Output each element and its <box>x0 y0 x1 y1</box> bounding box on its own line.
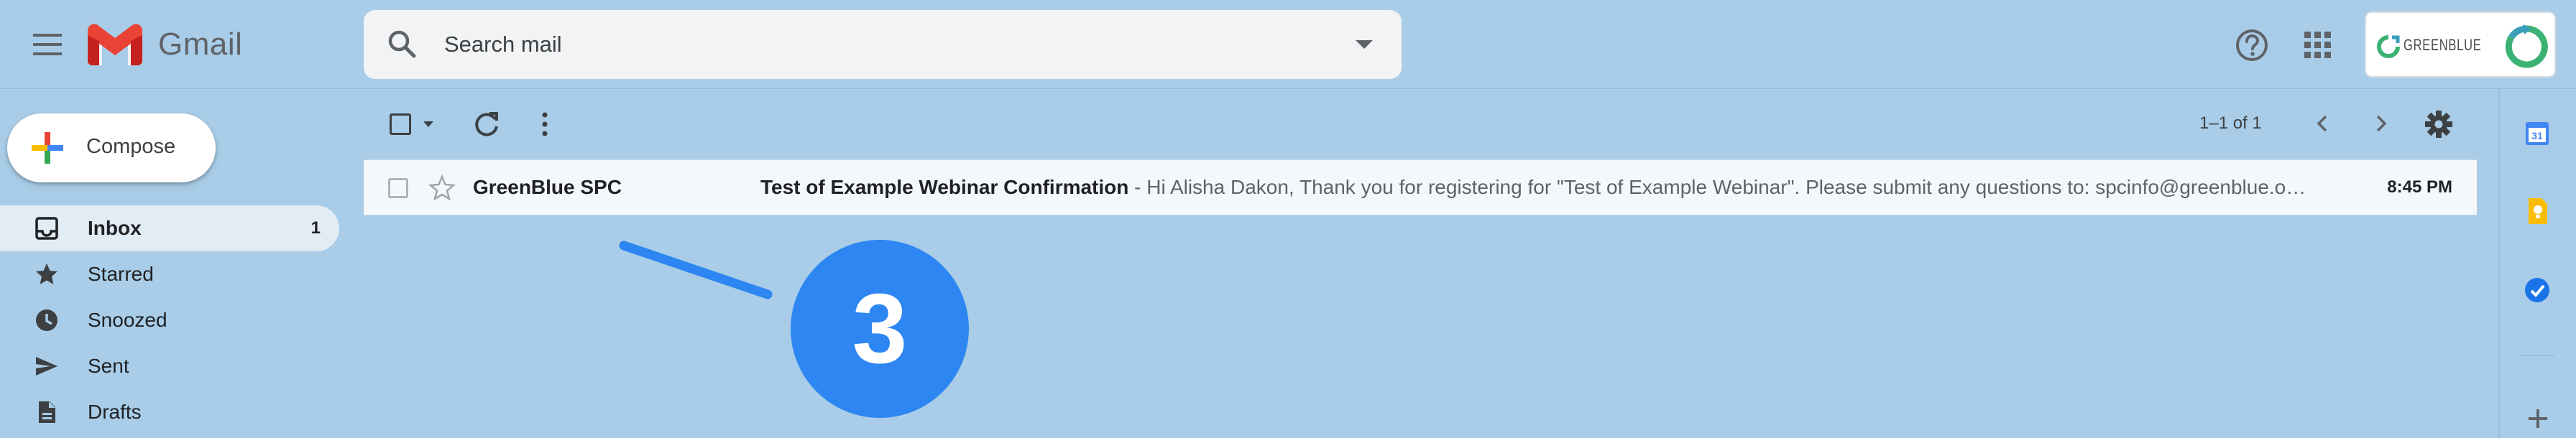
select-options-chevron-down-icon[interactable] <box>421 119 436 129</box>
more-options-icon[interactable] <box>535 109 555 139</box>
step-number-badge: 3 <box>791 240 969 418</box>
greenblue-logo-icon <box>2377 35 2400 58</box>
star-outline-icon[interactable] <box>428 174 456 202</box>
calendar-day: 31 <box>2531 130 2543 141</box>
inbox-icon <box>35 217 58 240</box>
compose-label: Compose <box>86 135 176 158</box>
help-icon[interactable] <box>2234 27 2270 63</box>
compose-plus-icon <box>32 132 63 164</box>
search-input[interactable] <box>444 24 1235 65</box>
add-icon[interactable] <box>2526 406 2550 431</box>
email-time: 8:45 PM <box>2387 177 2452 197</box>
refresh-icon[interactable] <box>472 109 502 139</box>
sidebar-item-starred[interactable]: Starred <box>0 251 339 297</box>
main-menu-button[interactable] <box>27 24 68 65</box>
chevron-right-icon[interactable] <box>2368 111 2393 136</box>
sidebar-item-label: Drafts <box>88 401 142 423</box>
tasks-icon[interactable] <box>2520 273 2554 307</box>
pagination-range: 1–1 of 1 <box>2199 113 2262 133</box>
sidebar-item-snoozed[interactable]: Snoozed <box>0 297 339 343</box>
email-row[interactable]: GreenBlue SPC Test of Example Webinar Co… <box>364 159 2477 215</box>
gmail-m-icon <box>88 24 142 65</box>
email-sender: GreenBlue SPC <box>473 176 622 198</box>
app-name: Gmail <box>158 27 243 62</box>
search-options-icon[interactable] <box>1348 32 1380 57</box>
draft-icon <box>39 401 55 423</box>
side-panel: 31 <box>2498 89 2576 438</box>
email-preview: Test of Example Webinar Confirmation - H… <box>760 176 2327 199</box>
step-number: 3 <box>852 274 908 384</box>
search-bar[interactable] <box>364 10 1402 79</box>
email-subject: Test of Example Webinar Confirmation <box>760 176 1129 198</box>
sidebar-item-sent[interactable]: Sent <box>0 343 339 389</box>
brand-name: GREENBLUE <box>2404 36 2482 54</box>
clock-icon <box>36 309 58 331</box>
sidebar-item-drafts[interactable]: Drafts <box>0 389 339 435</box>
gear-icon[interactable] <box>2424 109 2454 139</box>
sidebar-item-label: Snoozed <box>88 309 167 331</box>
keep-icon[interactable] <box>2520 194 2554 228</box>
calendar-icon[interactable]: 31 <box>2520 116 2554 151</box>
gmail-logo[interactable]: Gmail <box>88 22 242 67</box>
sidebar-item-label: Sent <box>88 355 129 377</box>
side-panel-divider <box>2521 355 2554 356</box>
top-bar: Gmail GREENBLUE <box>0 0 2576 89</box>
sidebar-item-label: Starred <box>88 263 154 285</box>
select-all-checkbox[interactable] <box>390 113 411 135</box>
email-snippet: Hi Alisha Dakon, Thank you for registeri… <box>1146 176 2306 198</box>
chevron-left-icon[interactable] <box>2310 111 2336 136</box>
search-icon[interactable] <box>385 27 420 62</box>
compose-button[interactable]: Compose <box>7 113 216 182</box>
email-separator: - <box>1128 176 1147 198</box>
star-icon <box>36 264 58 284</box>
sidebar-item-inbox[interactable]: Inbox 1 <box>0 205 339 251</box>
google-apps-icon[interactable] <box>2301 29 2334 62</box>
unread-count: 1 <box>310 218 321 238</box>
account-button[interactable]: GREENBLUE <box>2365 11 2556 78</box>
email-select-checkbox[interactable] <box>388 178 408 198</box>
send-icon <box>36 357 58 376</box>
sidebar-item-label: Inbox <box>88 217 142 239</box>
account-avatar-icon <box>2505 24 2548 68</box>
hamburger-menu-icon <box>33 34 62 55</box>
